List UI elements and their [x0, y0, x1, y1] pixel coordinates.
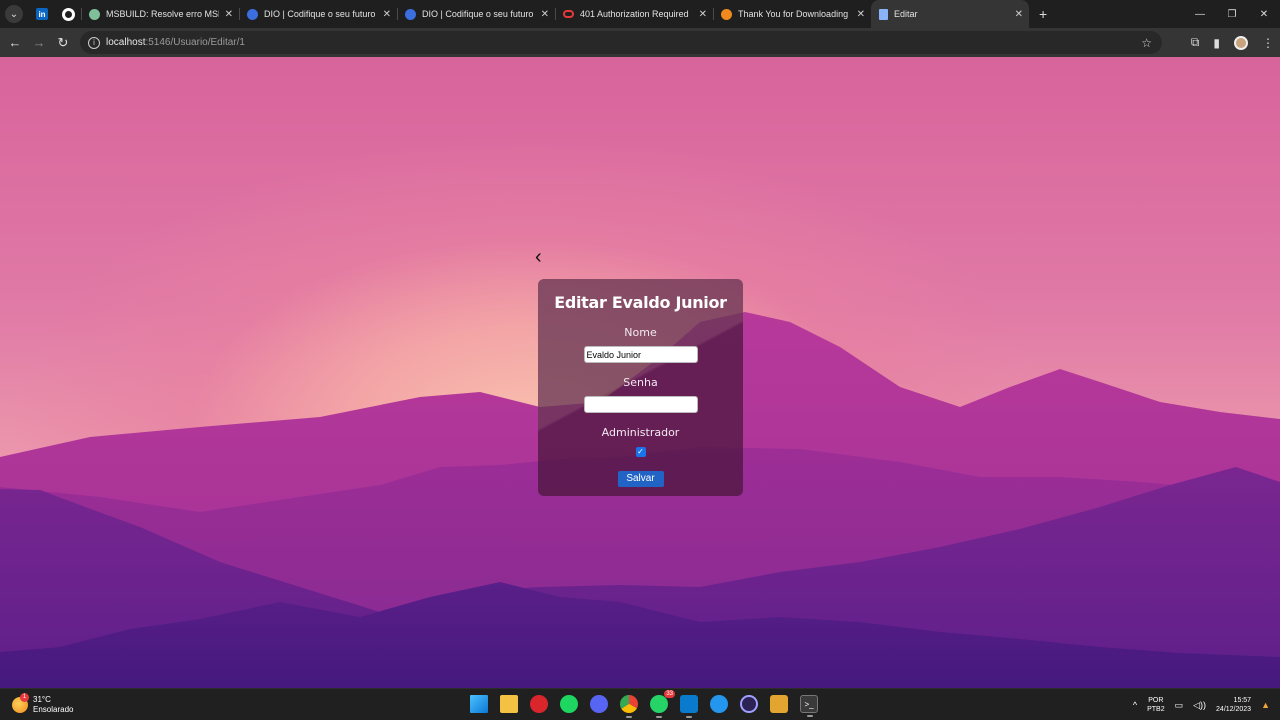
page-viewport: ‹ Editar Evaldo Junior Nome Senha Admini… — [0, 57, 1280, 688]
chatgpt-icon — [89, 8, 100, 20]
whatsapp-badge: 33 — [664, 690, 675, 698]
back-icon[interactable]: ← — [3, 35, 27, 50]
language-indicator[interactable]: POR PTB2 — [1147, 696, 1165, 714]
tab-thank-you[interactable]: Thank You for Downloading Ed ✕ — [713, 0, 871, 28]
page-icon — [879, 8, 888, 20]
lang-bottom: PTB2 — [1147, 706, 1165, 713]
weather-desc: Ensolarado — [33, 705, 74, 714]
clock[interactable]: 15:57 24/12/2023 — [1216, 696, 1251, 714]
extensions-icon[interactable]: ⧉ — [1191, 35, 1200, 50]
profile-avatar[interactable] — [1234, 35, 1248, 50]
browser-toolbar: ← → ↻ i localhost:5146/Usuario/Editar/1 … — [0, 28, 1280, 57]
close-tab-icon[interactable]: ✕ — [541, 9, 549, 20]
oracle-icon — [563, 10, 574, 18]
taskbar-apps: 33 >_ — [470, 690, 818, 718]
senha-input[interactable] — [583, 396, 698, 413]
github-icon — [61, 7, 75, 21]
paint-icon[interactable] — [770, 695, 788, 713]
close-tab-icon[interactable]: ✕ — [857, 9, 865, 20]
menu-icon[interactable]: ⋮ — [1262, 36, 1274, 50]
tab-dio-2[interactable]: DIO | Codifique o seu futuro gl ✕ — [397, 0, 555, 28]
network-icon[interactable]: ▭ — [1175, 700, 1184, 711]
senha-label: Senha — [623, 376, 658, 389]
address-bar[interactable]: i localhost:5146/Usuario/Editar/1 ☆ — [80, 31, 1162, 54]
nome-input[interactable] — [583, 346, 698, 363]
weather-text: 31°C Ensolarado — [33, 695, 73, 715]
site-info-icon[interactable]: i — [88, 36, 100, 49]
side-panel-icon[interactable]: ▮ — [1213, 36, 1220, 50]
minimize-icon[interactable]: — — [1184, 9, 1216, 20]
lang-top: POR — [1148, 697, 1164, 704]
url-host: localhost — [106, 37, 146, 48]
tab-title: Thank You for Downloading Ed — [738, 9, 851, 19]
administrador-checkbox[interactable]: ✓ — [635, 447, 646, 457]
restore-icon[interactable]: ❐ — [1216, 9, 1248, 20]
forward-icon[interactable]: → — [27, 35, 51, 50]
close-tab-icon[interactable]: ✕ — [1015, 9, 1023, 20]
sun-icon: 1 — [12, 693, 29, 713]
notification-bell-icon[interactable]: ▲ — [1261, 700, 1270, 710]
download-site-icon — [721, 8, 732, 20]
bookmark-star-icon[interactable]: ☆ — [1141, 36, 1152, 50]
tab-search-icon[interactable]: ⌄ — [5, 5, 23, 23]
reload-icon[interactable]: ↻ — [51, 35, 75, 51]
nome-label: Nome — [624, 326, 657, 339]
close-window-icon[interactable]: ✕ — [1248, 9, 1280, 20]
anydesk-icon[interactable] — [530, 695, 548, 713]
volume-icon[interactable]: ◁)) — [1193, 700, 1206, 711]
whatsapp-icon[interactable]: 33 — [650, 690, 675, 718]
tab-dio-1[interactable]: DIO | Codifique o seu futuro gl ✕ — [239, 0, 397, 28]
eclipse-icon[interactable] — [740, 695, 758, 713]
chrome-icon[interactable] — [620, 695, 638, 718]
linkedin-icon: in — [36, 8, 48, 20]
tab-title: MSBUILD: Resolve erro MSB101 — [106, 9, 219, 19]
tab-401[interactable]: 401 Authorization Required ✕ — [555, 0, 713, 28]
tab-title: 401 Authorization Required — [580, 9, 689, 19]
taskbar: 1 31°C Ensolarado 33 >_ ^ POR PTB2 ▭ ◁))… — [0, 688, 1280, 720]
chevron-up-icon[interactable]: ^ — [1133, 700, 1137, 710]
administrador-label: Administrador — [601, 426, 680, 439]
back-arrow-icon[interactable]: ‹ — [535, 247, 551, 267]
close-tab-icon[interactable]: ✕ — [225, 9, 233, 20]
edit-user-card: Editar Evaldo Junior Nome Senha Administ… — [538, 279, 743, 496]
tab-editar[interactable]: Editar ✕ — [871, 0, 1029, 28]
window-controls: — ❐ ✕ — [1184, 0, 1280, 28]
discord-icon[interactable] — [590, 695, 608, 713]
save-button[interactable]: Salvar — [617, 471, 664, 487]
pinned-tab-linkedin[interactable]: in — [29, 0, 55, 28]
new-tab-icon[interactable]: + — [1039, 6, 1047, 22]
page-title: Editar Evaldo Junior — [554, 293, 727, 312]
dio-icon — [405, 8, 416, 20]
close-tab-icon[interactable]: ✕ — [699, 9, 707, 20]
file-explorer-icon[interactable] — [500, 695, 518, 713]
clock-time: 15:57 — [1233, 697, 1252, 704]
vscode-icon[interactable] — [680, 695, 698, 718]
url-path: :5146/Usuario/Editar/1 — [145, 37, 245, 48]
windows-start-icon[interactable] — [470, 695, 488, 713]
spotify-icon[interactable] — [560, 695, 578, 713]
dio-icon — [247, 8, 258, 20]
tab-title: DIO | Codifique o seu futuro gl — [264, 9, 377, 19]
terminal-icon[interactable]: >_ — [800, 695, 818, 717]
edit-user-form: Editar Evaldo Junior Nome Senha Administ… — [538, 293, 743, 487]
system-tray: ^ POR PTB2 ▭ ◁)) 15:57 24/12/2023 ▲ — [1133, 693, 1270, 717]
weather-temp: 31°C — [33, 695, 51, 704]
tab-strip: ⌄ in MSBUILD: Resolve erro MSB101 ✕ DIO … — [0, 0, 1280, 28]
tab-title: DIO | Codifique o seu futuro gl — [422, 9, 535, 19]
toolbar-right: ⧉ ▮ ⋮ — [1191, 28, 1274, 57]
close-tab-icon[interactable]: ✕ — [383, 9, 391, 20]
clock-date: 24/12/2023 — [1216, 706, 1252, 713]
pinned-tab-github[interactable] — [55, 0, 81, 28]
weather-badge: 1 — [20, 693, 29, 702]
tab-msbuild[interactable]: MSBUILD: Resolve erro MSB101 ✕ — [81, 0, 239, 28]
tab-title: Editar — [894, 9, 918, 19]
docker-icon[interactable] — [710, 695, 728, 713]
weather-widget[interactable]: 1 31°C Ensolarado — [12, 693, 73, 715]
